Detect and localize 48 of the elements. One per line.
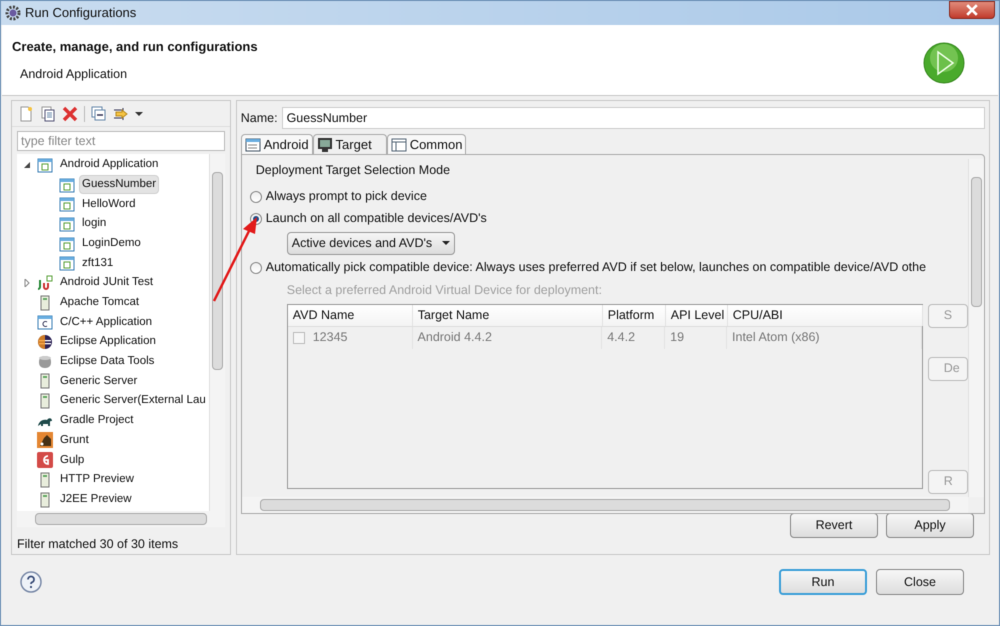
- dialog-button[interactable]: Close: [876, 569, 964, 595]
- tree-item[interactable]: Gradle Project: [57, 411, 137, 430]
- tree-item[interactable]: Generic Server: [57, 372, 140, 392]
- table-cell-text: 4.4.2: [607, 329, 636, 346]
- dialog-button[interactable]: Revert: [790, 513, 878, 538]
- tree-item[interactable]: Eclipse Application: [57, 332, 159, 352]
- target-dropdown[interactable]: Active devices and AVD's: [286, 232, 456, 255]
- tree-item[interactable]: C/C++ Application: [57, 312, 156, 332]
- window-title: Run Configurations: [25, 4, 136, 22]
- name-field[interactable]: GuessNumber: [282, 107, 985, 129]
- tree-item[interactable]: Generic Server(External Lau: [57, 391, 209, 411]
- tab[interactable]: Target: [312, 134, 387, 154]
- tree-item[interactable]: J2EE Preview: [57, 490, 135, 510]
- tree-item[interactable]: Eclipse Data Tools: [57, 352, 158, 372]
- column-header[interactable]: CPU/ABI: [728, 304, 923, 326]
- tab[interactable]: Android: [240, 134, 313, 154]
- tree-item[interactable]: HelloWord: [79, 194, 138, 214]
- tree-item[interactable]: Grunt: [57, 430, 92, 450]
- column-header[interactable]: Target Name: [412, 304, 603, 326]
- column-header[interactable]: Platform: [602, 304, 666, 326]
- tree-item[interactable]: Android Application: [57, 155, 162, 174]
- table-cell-text: 12345: [312, 329, 348, 346]
- dialog-button[interactable]: Apply: [886, 513, 974, 538]
- header-title: Create, manage, and run configurations: [12, 38, 259, 56]
- tree-item[interactable]: Gulp: [57, 450, 88, 470]
- dialog-button[interactable]: Run: [779, 569, 867, 595]
- tree-item[interactable]: Android JUnit Test: [57, 273, 156, 293]
- header-subtitle: Android Application: [20, 66, 128, 83]
- tree-item[interactable]: Apache Tomcat: [57, 293, 142, 312]
- tree-item[interactable]: LoginDemo: [79, 234, 144, 254]
- column-header[interactable]: API Level: [666, 304, 728, 326]
- column-header[interactable]: AVD Name: [288, 304, 413, 326]
- tree-item[interactable]: HTTP Preview: [57, 470, 137, 490]
- table-cell-text: 19: [670, 329, 684, 346]
- avd-hint: Select a preferred Android Virtual Device for deployment:: [286, 282, 603, 299]
- tree-item[interactable]: login: [79, 214, 110, 234]
- name-label: Name:: [240, 110, 278, 127]
- tab[interactable]: Common: [386, 134, 466, 154]
- tree-item[interactable]: zft131: [79, 254, 116, 273]
- filter-field[interactable]: type filter text: [17, 131, 225, 151]
- radio-label: Automatically pick compatible device: Always uses preferred AVD if set below, launches on compatible device/AVD othe: [266, 259, 926, 276]
- radio-label: Launch on all compatible devices/AVD's: [266, 210, 487, 228]
- tree-item[interactable]: GuessNumber: [79, 174, 160, 194]
- table-cell-text: Intel Atom (x86): [732, 329, 820, 346]
- group-title: Deployment Target Selection Mode: [256, 162, 452, 179]
- filter-status: Filter matched 30 of 30 items: [16, 536, 180, 553]
- radio-label: Always prompt to pick device: [266, 188, 427, 206]
- table-cell-text: Android 4.4.2: [418, 329, 492, 346]
